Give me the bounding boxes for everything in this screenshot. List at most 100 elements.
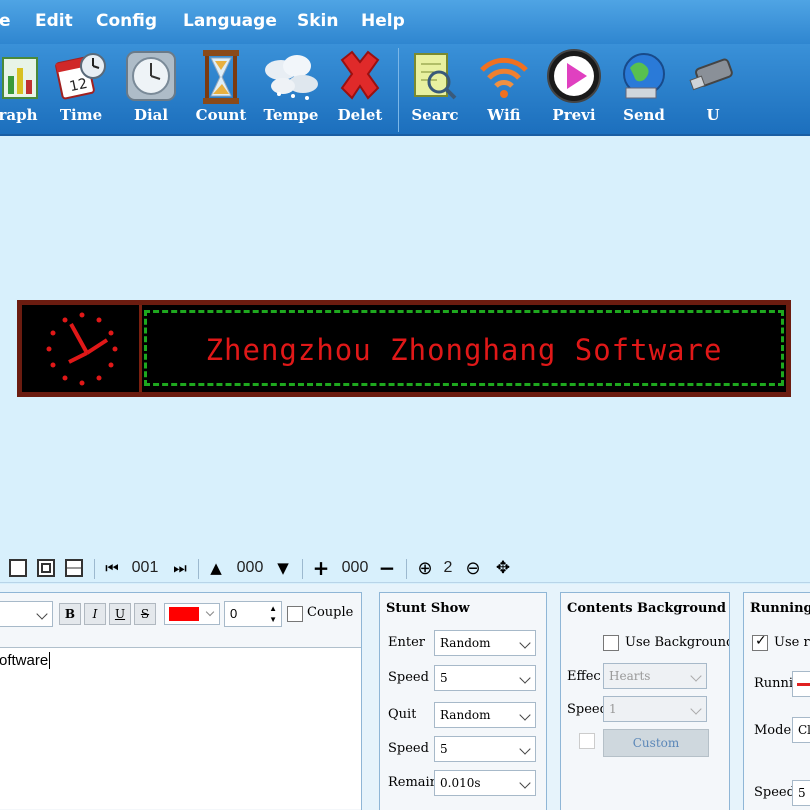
chevron-down-icon <box>205 607 215 617</box>
triangle-down-icon: ▼ <box>277 559 289 577</box>
offset-y-value: 000 <box>236 559 264 576</box>
zoom-out-icon: ⊖ <box>465 557 481 579</box>
chevron-down-icon <box>690 670 702 682</box>
toolbar: raph 12 Time Dial Count Tempe Delet Sear… <box>0 44 810 136</box>
quit-speed-select[interactable]: 5 <box>434 736 536 762</box>
strikethrough-button[interactable]: S <box>134 603 156 625</box>
custom-checkbox[interactable] <box>579 733 595 749</box>
font-select[interactable] <box>0 601 53 627</box>
strip-separator <box>406 559 407 579</box>
strip-separator <box>198 559 199 579</box>
couple-label: Couple <box>307 605 354 620</box>
led-screen[interactable]: Zhengzhou Zhonghang Software <box>17 300 791 397</box>
tool-usb[interactable]: U <box>678 44 748 136</box>
led-text-area[interactable]: Zhengzhou Zhonghang Software <box>144 310 784 386</box>
tool-dial[interactable]: Dial <box>116 44 186 136</box>
enter-label: Enter <box>388 635 425 650</box>
minus-icon: − <box>378 556 396 580</box>
enter-select[interactable]: Random <box>434 630 536 656</box>
mode-value: Cl <box>798 723 810 737</box>
bg-speed-value: 1 <box>609 702 617 716</box>
couple-checkbox[interactable] <box>287 606 303 622</box>
tool-wifi[interactable]: Wifi <box>469 44 539 136</box>
use-background-checkbox[interactable] <box>603 635 619 651</box>
play-preview-icon <box>547 49 601 103</box>
layout-split-button[interactable] <box>64 558 84 578</box>
layout-toolbar: ⏮ 001 ⏭ ▲ 000 ▼ + 000 − ⊕ 2 ⊖ ✥ <box>0 553 810 583</box>
usb-drive-icon <box>689 58 733 91</box>
zoom-in-button[interactable]: ⊕ <box>414 557 436 579</box>
text-editor[interactable]: oftware <box>0 647 361 809</box>
zoom-out-button[interactable]: ⊖ <box>462 557 484 579</box>
underline-button[interactable]: U <box>109 603 131 625</box>
bg-speed-select[interactable]: 1 <box>603 696 707 722</box>
tool-temperature[interactable]: Tempe <box>256 44 326 136</box>
remove-button[interactable]: − <box>376 556 398 580</box>
menu-config[interactable]: Config <box>96 11 157 31</box>
quit-label: Quit <box>388 707 417 722</box>
menu-edit[interactable]: Edit <box>35 11 73 31</box>
tool-search[interactable]: Searc <box>400 44 470 136</box>
menu-file[interactable]: e <box>0 11 11 31</box>
checkmark-icon: ✓ <box>755 633 767 649</box>
remain-select[interactable]: 0.010s <box>434 770 536 796</box>
skip-back-icon: ⏮ <box>105 559 119 577</box>
border-style-icon <box>797 683 810 686</box>
remain-label: Remair <box>388 775 434 790</box>
menu-skin[interactable]: Skin <box>297 11 338 31</box>
italic-button[interactable]: I <box>84 603 106 625</box>
menu-language[interactable]: Language <box>183 11 277 31</box>
use-running-checkbox[interactable]: ✓ <box>752 633 768 651</box>
chevron-down-icon <box>519 743 531 755</box>
frame-single-icon <box>9 559 27 577</box>
layout-single-button[interactable] <box>8 558 28 578</box>
mode-select[interactable]: Cl <box>792 717 810 743</box>
custom-button[interactable]: Custom <box>603 729 709 757</box>
plus-icon: + <box>312 556 330 580</box>
spacing-stepper[interactable]: 0 ▲ ▼ <box>224 601 282 627</box>
enter-speed-select[interactable]: 5 <box>434 665 536 691</box>
strip-separator <box>302 559 303 579</box>
zoom-in-icon: ⊕ <box>417 557 433 579</box>
running-border-select[interactable] <box>792 671 810 697</box>
first-frame-button[interactable]: ⏮ <box>102 558 122 578</box>
chevron-down-icon <box>519 672 531 684</box>
tool-time[interactable]: 12 Time <box>46 44 116 136</box>
led-clock-icon[interactable] <box>27 308 137 390</box>
menu-bar: e Edit Config Language Skin Help <box>0 0 810 44</box>
move-down-button[interactable]: ▼ <box>272 558 294 578</box>
toolbar-separator <box>398 48 399 132</box>
enter-speed-value: 5 <box>440 671 448 685</box>
add-button[interactable]: + <box>310 556 332 580</box>
tool-delete[interactable]: Delet <box>325 44 395 136</box>
editor-content: oftware <box>0 652 51 669</box>
last-frame-button[interactable]: ⏭ <box>170 558 190 578</box>
tool-preview[interactable]: Previ <box>539 44 609 136</box>
move-up-button[interactable]: ▲ <box>205 558 227 578</box>
effect-select[interactable]: Hearts <box>603 663 707 689</box>
tool-count[interactable]: Count <box>186 44 256 136</box>
triangle-up-icon: ▲ <box>210 559 222 577</box>
chevron-down-icon <box>690 703 702 715</box>
running-title: Running <box>750 601 810 616</box>
tool-send[interactable]: Send <box>609 44 679 136</box>
wifi-icon <box>480 57 528 98</box>
color-swatch <box>169 607 199 621</box>
enter-value: Random <box>440 636 491 650</box>
skip-forward-icon: ⏭ <box>173 559 187 577</box>
quit-select[interactable]: Random <box>434 702 536 728</box>
running-speed-select[interactable]: 5 <box>792 780 810 806</box>
use-running-label: Use r <box>774 635 810 650</box>
properties-area: B I U S 0 ▲ ▼ Couple oftware Stunt Show E… <box>0 584 810 810</box>
chevron-down-icon <box>519 637 531 649</box>
menu-help[interactable]: Help <box>361 11 405 31</box>
dial-clock-icon <box>126 51 176 101</box>
fit-button[interactable]: ✥ <box>492 558 514 578</box>
offset-x-value: 000 <box>341 559 369 576</box>
fit-screen-icon: ✥ <box>495 558 511 578</box>
text-color-picker[interactable] <box>164 603 220 625</box>
bold-button[interactable]: B <box>59 603 81 625</box>
use-background-label: Use Background <box>625 635 729 650</box>
chevron-down-icon <box>519 709 531 721</box>
layout-double-button[interactable] <box>36 558 56 578</box>
